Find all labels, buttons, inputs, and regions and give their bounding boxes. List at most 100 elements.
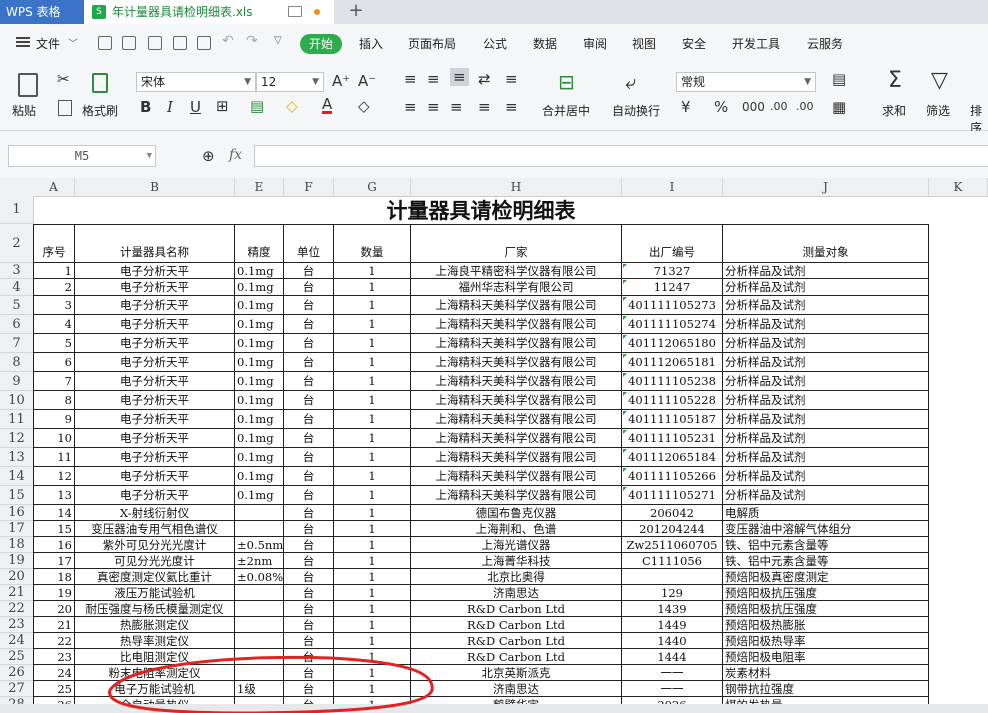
table-cell[interactable]: 分析样品及试剂 [723, 391, 929, 410]
currency-icon[interactable]: ¥ [681, 98, 691, 116]
table-cell[interactable]: 6 [33, 353, 75, 372]
table-cell[interactable]: 台 [284, 585, 334, 601]
document-tab[interactable]: S 年计量器具请检明细表.xls [84, 0, 334, 24]
table-cell[interactable]: 一一 [622, 665, 723, 681]
table-cell[interactable]: 1 [334, 633, 411, 649]
export-pdf-icon[interactable] [148, 36, 162, 50]
table-cell[interactable]: 401111105271 [622, 486, 723, 505]
row-header-10[interactable]: 10 [0, 391, 33, 410]
table-cell[interactable]: 铁、铝中元素含量等 [723, 553, 929, 569]
copy-icon[interactable] [58, 100, 72, 116]
table-cell[interactable]: 热膨胀测定仪 [75, 617, 235, 633]
italic-icon[interactable]: I [167, 98, 173, 116]
sheet-title[interactable]: 计量器具请检明细表 [33, 196, 929, 224]
zoom-icon[interactable]: ⊕ [202, 147, 215, 165]
align-center-icon[interactable]: ≡ [427, 98, 440, 116]
table-cell[interactable]: 分析样品及试剂 [723, 410, 929, 429]
table-cell[interactable]: ±2nm [235, 553, 284, 569]
table-cell[interactable]: 上海精科天美科学仪器有限公司 [411, 391, 622, 410]
table-cell[interactable]: 18 [33, 569, 75, 585]
table-cell[interactable]: 15 [33, 521, 75, 537]
table-cell[interactable]: 14 [33, 505, 75, 521]
spreadsheet-grid[interactable]: ABEFGHIJK 1 2 3 4 5 6 7 8 9 10 11 12 13 14 15 16 17 18 19 2… [0, 178, 988, 713]
table-cell[interactable]: 1 [334, 569, 411, 585]
table-cell[interactable]: 分析样品及试剂 [723, 353, 929, 372]
table-cell[interactable]: 预焙阳极真密度测定 [723, 569, 929, 585]
table-cell[interactable]: 台 [284, 410, 334, 429]
table-cell[interactable]: 台 [284, 617, 334, 633]
table-cell[interactable]: 8 [33, 391, 75, 410]
table-cell[interactable] [235, 649, 284, 665]
screen-icon[interactable] [288, 6, 302, 17]
table-cell[interactable]: 预焙阳极电阻率 [723, 649, 929, 665]
row-header-3[interactable]: 3 [0, 263, 33, 279]
table-cell[interactable]: 分析样品及试剂 [723, 429, 929, 448]
table-cell[interactable]: 401111105266 [622, 467, 723, 486]
table-cell[interactable]: R&D Carbon Ltd [411, 601, 622, 617]
thousands-icon[interactable]: 000 [742, 100, 765, 114]
table-cell[interactable]: 台 [284, 372, 334, 391]
tab-developer[interactable]: 开发工具 [732, 35, 780, 52]
table-cell[interactable]: 台 [284, 486, 334, 505]
table-cell[interactable]: 台 [284, 505, 334, 521]
menu-file[interactable]: 文件 [36, 35, 60, 52]
table-cell[interactable]: 13 [33, 486, 75, 505]
table-cell[interactable]: 分析样品及试剂 [723, 263, 929, 279]
table-cell[interactable]: 分析样品及试剂 [723, 334, 929, 353]
table-cell[interactable]: 耐压强度与杨氏模量测定仪 [75, 601, 235, 617]
row-header-15[interactable]: 15 [0, 486, 33, 505]
table-cell[interactable]: 401111105231 [622, 429, 723, 448]
table-cell[interactable]: 分析样品及试剂 [723, 315, 929, 334]
row-header-11[interactable]: 11 [0, 410, 33, 429]
table-cell[interactable]: 1440 [622, 633, 723, 649]
table-cell[interactable]: 一一 [622, 681, 723, 697]
justify-icon[interactable]: ≡ [478, 98, 491, 116]
table-cell[interactable]: 1 [334, 665, 411, 681]
table-cell[interactable]: 0.1mg [235, 448, 284, 467]
orientation-icon[interactable]: ⇄ [478, 70, 491, 88]
table-cell[interactable]: 1 [334, 448, 411, 467]
table-cell[interactable]: 24 [33, 665, 75, 681]
table-cell[interactable]: 4 [33, 315, 75, 334]
font-size-select[interactable]: 12 ▼ [256, 72, 324, 92]
table-cell[interactable] [235, 665, 284, 681]
customize-dropdown-icon[interactable]: ▽ [274, 35, 282, 46]
merge-center-icon[interactable]: ⊟ [558, 70, 575, 94]
table-cell[interactable]: 21 [33, 617, 75, 633]
table-cell[interactable]: 401111105238 [622, 372, 723, 391]
header-cell[interactable]: 测量对象 [723, 224, 929, 263]
table-cell[interactable]: 16 [33, 537, 75, 553]
table-cell[interactable]: 电子分析天平 [75, 372, 235, 391]
bold-icon[interactable]: B [140, 98, 151, 116]
table-cell[interactable]: 铁、铝中元素含量等 [723, 537, 929, 553]
table-cell[interactable]: 23 [33, 649, 75, 665]
table-cell[interactable] [235, 585, 284, 601]
table-cell[interactable]: 上海荆和、色谱 [411, 521, 622, 537]
row-header-24[interactable]: 24 [0, 633, 33, 649]
table-cell[interactable]: X-射线衍射仪 [75, 505, 235, 521]
row-header-13[interactable]: 13 [0, 448, 33, 467]
column-header-a[interactable]: A [33, 178, 75, 196]
table-cell[interactable]: 0.1mg [235, 263, 284, 279]
table-cell[interactable]: 电子分析天平 [75, 263, 235, 279]
table-cell[interactable]: 22 [33, 633, 75, 649]
save-icon[interactable] [122, 36, 136, 50]
table-cell[interactable]: 1 [334, 279, 411, 296]
table-cell[interactable]: R&D Carbon Ltd [411, 617, 622, 633]
table-cell[interactable]: 401111105228 [622, 391, 723, 410]
table-cell[interactable]: 可见分光光度计 [75, 553, 235, 569]
table-cell[interactable]: 上海精科天美科学仪器有限公司 [411, 372, 622, 391]
table-cell[interactable]: 电子分析天平 [75, 391, 235, 410]
table-cell[interactable]: 粉末电阻率测定仪 [75, 665, 235, 681]
tab-cloud[interactable]: 云服务 [807, 35, 843, 52]
table-cell[interactable]: 分析样品及试剂 [723, 448, 929, 467]
table-cell[interactable] [235, 617, 284, 633]
table-cell[interactable]: 0.1mg [235, 391, 284, 410]
table-cell[interactable]: 预焙阳极热导率 [723, 633, 929, 649]
row-header-26[interactable]: 26 [0, 665, 33, 681]
table-cell[interactable]: 0.1mg [235, 279, 284, 296]
column-header-k[interactable]: K [929, 178, 988, 196]
column-header-e[interactable]: E [235, 178, 284, 196]
borders-icon[interactable]: ⊞ [216, 97, 229, 115]
table-cell[interactable]: 上海光谱仪器 [411, 537, 622, 553]
